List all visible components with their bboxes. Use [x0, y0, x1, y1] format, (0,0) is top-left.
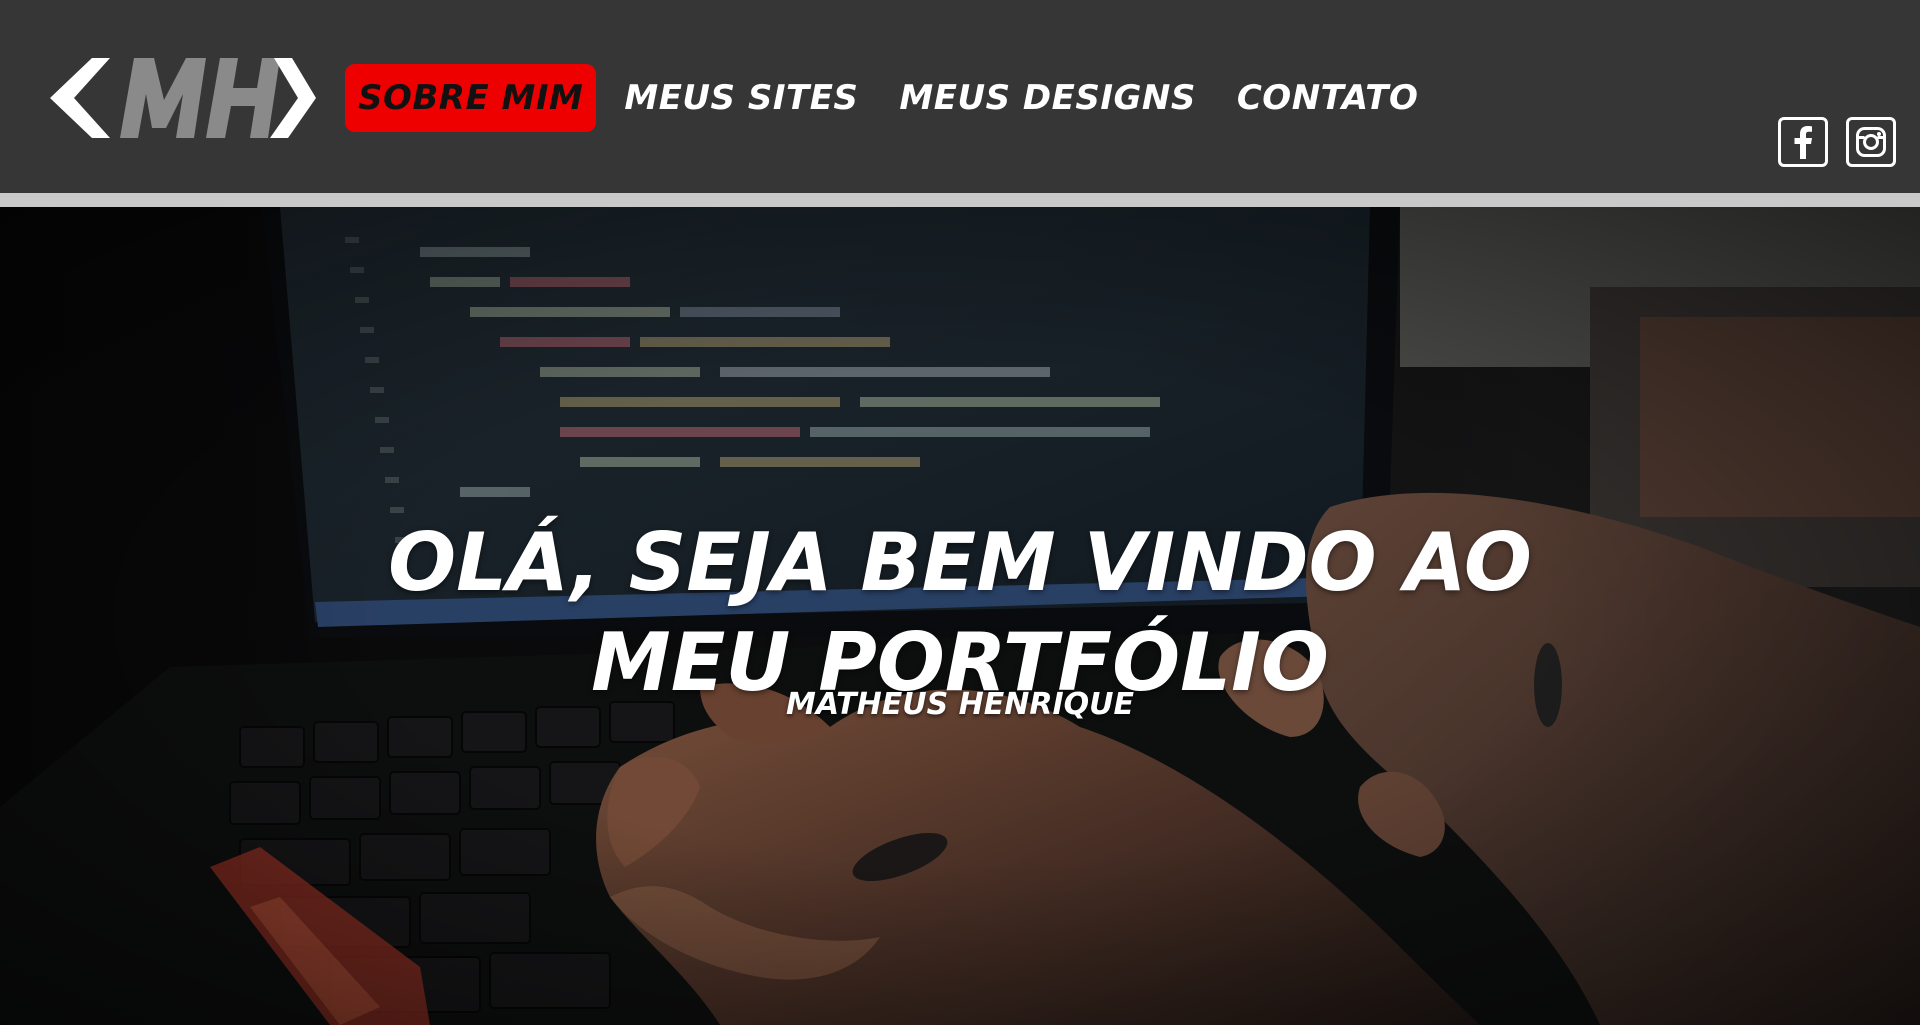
main-nav: SOBRE MIM MEUS SITES MEUS DESIGNS CONTAT… [345, 64, 1447, 132]
header-divider [0, 193, 1920, 207]
nav-meus-sites[interactable]: MEUS SITES [612, 64, 870, 132]
hero-title-line-1: OLÁ, SEJA BEM VINDO AO [388, 515, 1532, 609]
nav-contato[interactable]: CONTATO [1225, 64, 1431, 132]
mh-logo[interactable] [48, 56, 318, 140]
hero-title: OLÁ, SEJA BEM VINDO AO MEU PORTFÓLIO [0, 513, 1920, 713]
logo-left-chevron [50, 58, 110, 138]
facebook-button[interactable] [1778, 117, 1828, 167]
instagram-icon [1856, 127, 1886, 157]
hero-subtitle: MATHEUS HENRIQUE [785, 687, 1134, 722]
hero-section: OLÁ, SEJA BEM VINDO AO MEU PORTFÓLIO MAT… [0, 207, 1920, 1025]
facebook-icon [1794, 126, 1812, 159]
instagram-button[interactable] [1846, 117, 1896, 167]
logo-letter-m [120, 58, 206, 138]
nav-sobre-mim[interactable]: SOBRE MIM [345, 64, 597, 132]
nav-meus-designs[interactable]: MEUS DESIGNS [887, 64, 1207, 132]
logo-letter-h [206, 58, 280, 138]
site-header: SOBRE MIM MEUS SITES MEUS DESIGNS CONTAT… [0, 0, 1920, 193]
social-links [1760, 117, 1896, 167]
